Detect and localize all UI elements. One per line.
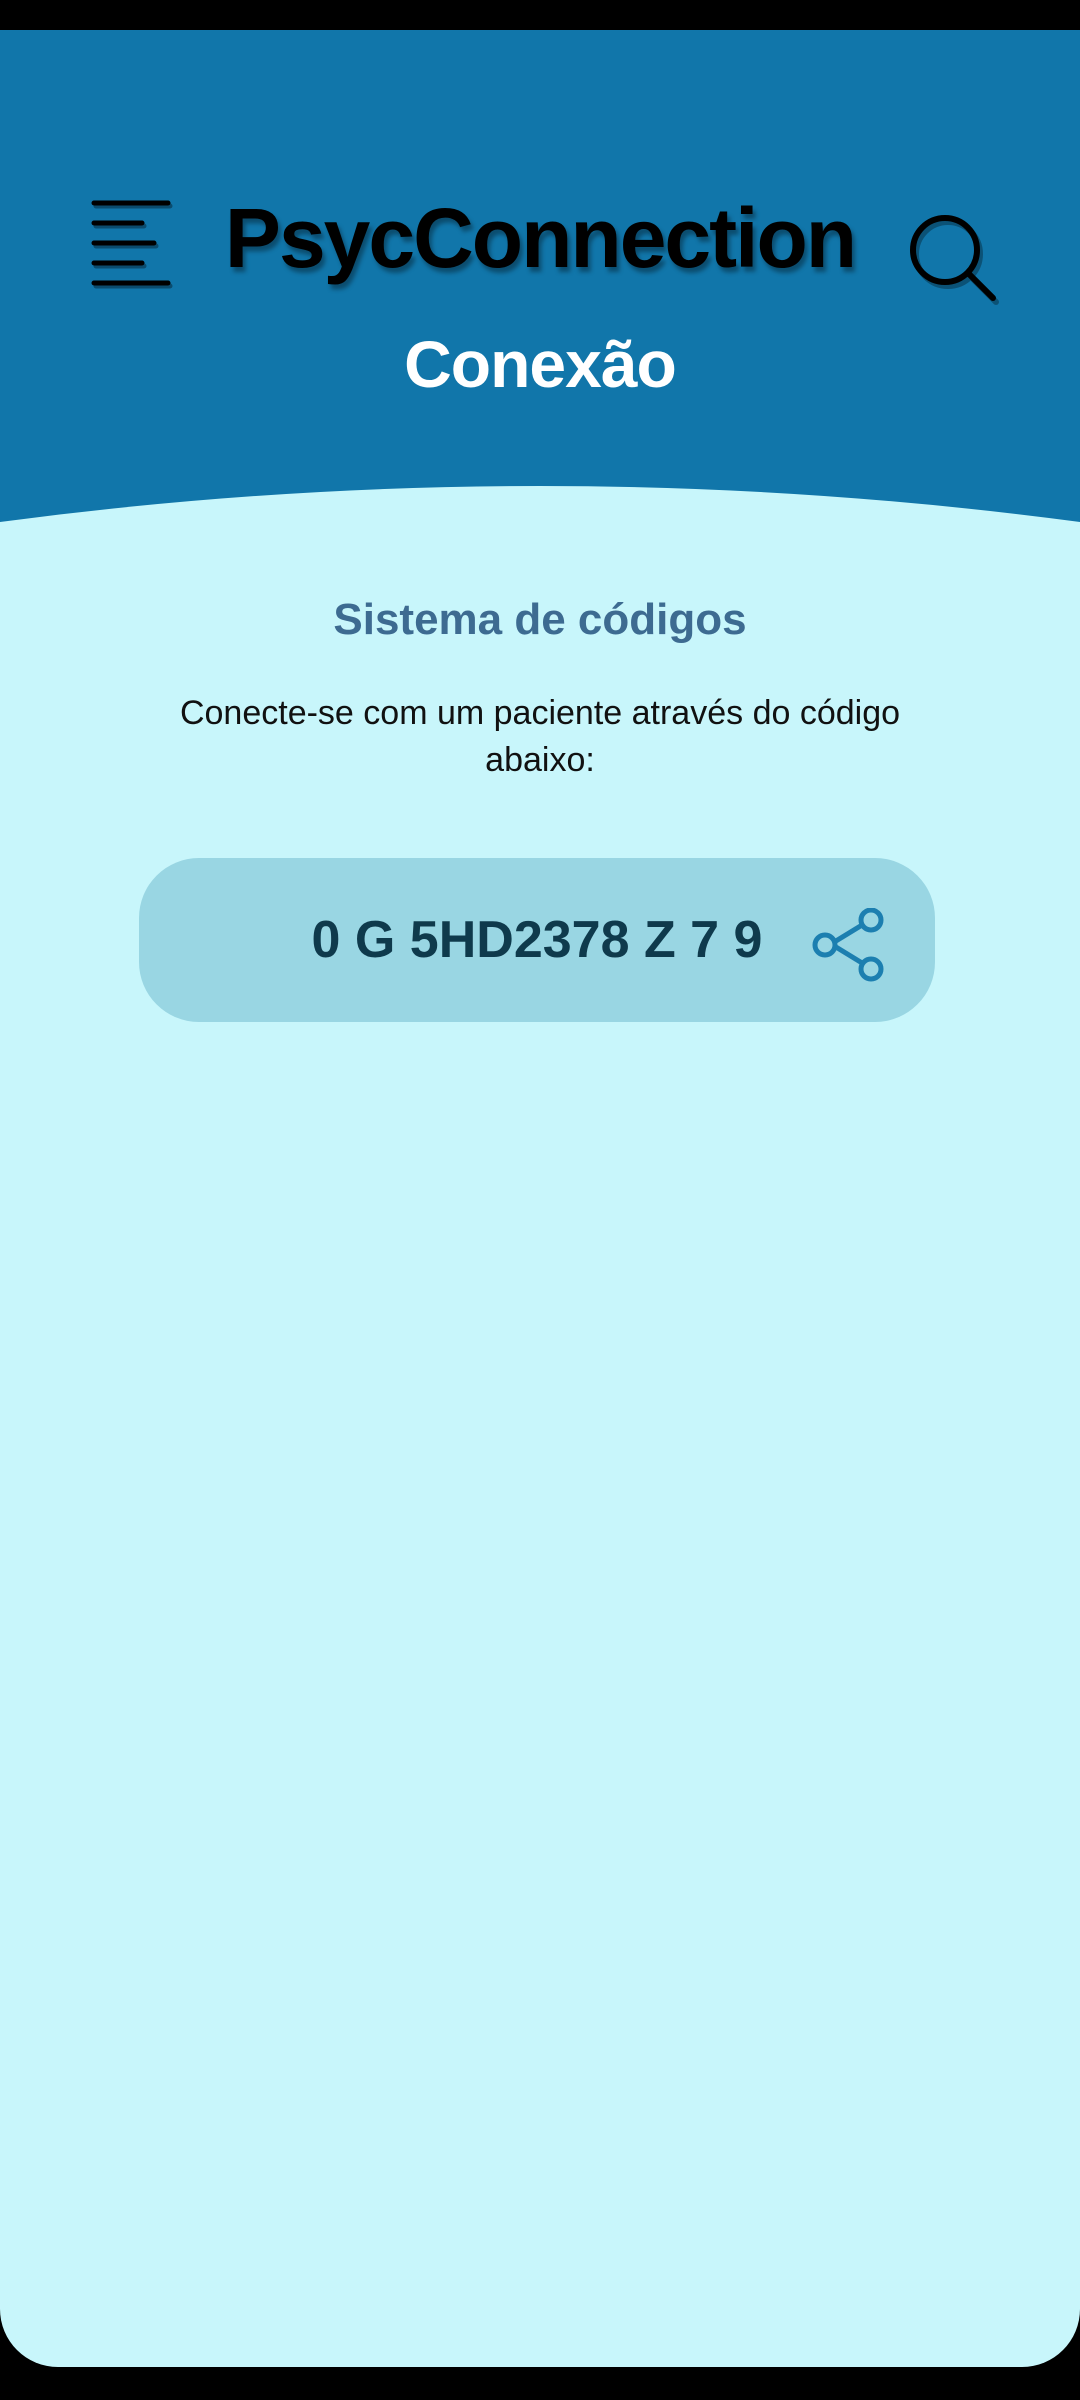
connect-instructions: Conecte-se com um paciente através do có… (179, 694, 901, 779)
search-icon (910, 215, 999, 305)
section-title: Conexão (404, 327, 677, 401)
share-icon (812, 907, 884, 982)
app-screen: PsycConnection Conexão Sistema de código… (0, 30, 1080, 2367)
search-button[interactable] (905, 210, 1005, 310)
share-code-button[interactable] (811, 907, 891, 982)
header: PsycConnection Conexão (0, 30, 1080, 590)
connection-code-box: 0 G 5HD2378 Z 7 9 (139, 858, 935, 1022)
code-system-title: Sistema de códigos (333, 595, 747, 644)
